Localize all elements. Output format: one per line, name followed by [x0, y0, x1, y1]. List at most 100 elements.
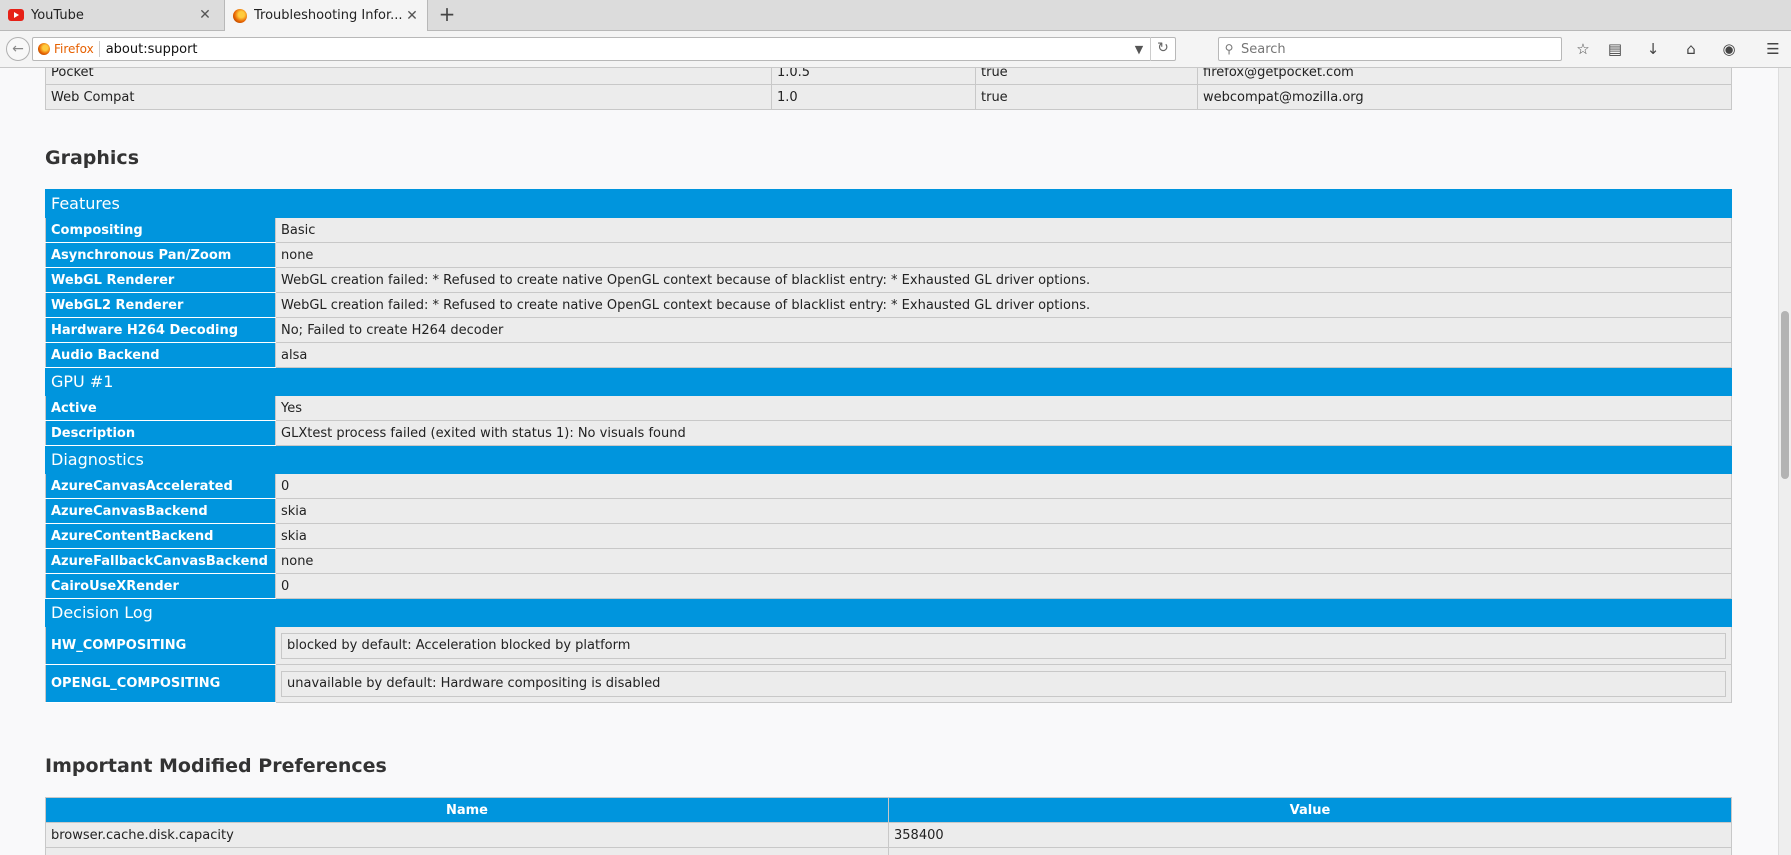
gpu-section-row: GPU #1 — [44, 367, 1733, 396]
row-key: Compositing — [45, 217, 276, 243]
tab-title: Troubleshooting Infor... — [254, 8, 403, 23]
scrollbar-thumb[interactable] — [1781, 311, 1789, 479]
addons-table: Pocket 1.0.5 true firefox@getpocket.com … — [45, 68, 1732, 110]
pref-value: 358400 — [888, 822, 1732, 848]
row-value: No; Failed to create H264 decoder — [274, 317, 1733, 343]
pref-name: browser.cache.disk.capacity — [45, 822, 889, 848]
table-row: AzureCanvasBackend skia — [45, 498, 1733, 524]
firefox-icon — [233, 8, 247, 23]
column-header-value[interactable]: Value — [888, 797, 1732, 823]
table-row: Web Compat 1.0 true webcompat@mozilla.or… — [45, 84, 1732, 110]
addon-enabled: true — [975, 84, 1198, 110]
table-row: Compositing Basic — [45, 217, 1733, 243]
row-value-cell: unavailable by default: Hardware composi… — [274, 664, 1733, 703]
addon-name: Web Compat — [45, 84, 772, 110]
pocket-icon[interactable]: ◉ — [1716, 37, 1742, 61]
search-bar[interactable]: ⚲ — [1218, 37, 1562, 61]
row-key: Hardware H264 Decoding — [45, 317, 276, 343]
close-icon[interactable]: ✕ — [405, 8, 419, 24]
addon-id: webcompat@mozilla.org — [1197, 84, 1732, 110]
graphics-table: Features Compositing Basic Asynchronous P… — [44, 189, 1733, 703]
search-input[interactable] — [1239, 40, 1561, 58]
section-heading-preferences: Important Modified Preferences — [45, 755, 387, 777]
row-value: Yes — [274, 395, 1733, 421]
tab-troubleshooting[interactable]: Troubleshooting Infor... ✕ — [224, 0, 428, 31]
gpu-title: GPU #1 — [44, 367, 1733, 396]
decision-log-title: Decision Log — [44, 598, 1733, 627]
reload-icon[interactable]: ↻ — [1150, 37, 1175, 61]
addon-version: 1.0.5 — [771, 68, 976, 85]
table-row: browser.cache.disk.capacity 358400 — [45, 822, 1732, 848]
back-button[interactable]: ← — [6, 37, 30, 61]
row-value: Basic — [274, 217, 1733, 243]
features-section-row: Features — [44, 189, 1733, 218]
table-row: WebGL2 Renderer WebGL creation failed: * … — [45, 292, 1733, 318]
chevron-down-icon[interactable]: ▼ — [1128, 43, 1150, 56]
column-header-name[interactable]: Name — [45, 797, 889, 823]
addon-name: Pocket — [45, 68, 772, 85]
tab-youtube[interactable]: YouTube ✕ — [0, 0, 220, 30]
log-entry: unavailable by default: Hardware composi… — [281, 670, 1727, 697]
identity-label: Firefox — [54, 42, 94, 56]
row-value: WebGL creation failed: * Refused to crea… — [274, 267, 1733, 293]
new-tab-button[interactable]: + — [436, 4, 458, 26]
row-key: AzureFallbackCanvasBackend — [45, 548, 276, 574]
diagnostics-title: Diagnostics — [44, 445, 1733, 474]
row-value: skia — [274, 523, 1733, 549]
row-value: WebGL creation failed: * Refused to crea… — [274, 292, 1733, 318]
row-key: HW_COMPOSITING — [45, 626, 276, 665]
youtube-icon — [8, 9, 24, 21]
row-key: CairoUseXRender — [45, 573, 276, 599]
addon-enabled: true — [975, 68, 1198, 85]
firefox-icon — [38, 43, 50, 55]
row-key: WebGL2 Renderer — [45, 292, 276, 318]
pref-value — [888, 847, 1732, 855]
features-title: Features — [44, 189, 1733, 218]
table-row: Pocket 1.0.5 true firefox@getpocket.com — [45, 68, 1732, 85]
download-icon[interactable]: ↓ — [1640, 37, 1666, 61]
pref-name — [45, 847, 889, 855]
table-row: AzureFallbackCanvasBackend none — [45, 548, 1733, 574]
url-input[interactable]: about:support — [106, 42, 1128, 57]
row-value: 0 — [274, 473, 1733, 499]
row-key: Audio Backend — [45, 342, 276, 368]
menu-icon[interactable]: ☰ — [1760, 37, 1786, 61]
diagnostics-section-row: Diagnostics — [44, 445, 1733, 474]
page-content: Pocket 1.0.5 true firefox@getpocket.com … — [0, 68, 1778, 855]
table-row: Active Yes — [45, 395, 1733, 421]
row-value-cell: blocked by default: Acceleration blocked… — [274, 626, 1733, 665]
bookmark-star-icon[interactable]: ☆ — [1570, 37, 1596, 61]
row-value: skia — [274, 498, 1733, 524]
close-icon[interactable]: ✕ — [198, 7, 212, 23]
home-icon[interactable]: ⌂ — [1678, 37, 1704, 61]
row-key: AzureContentBackend — [45, 523, 276, 549]
table-row: HW_COMPOSITING blocked by default: Accel… — [45, 626, 1733, 665]
table-row: Description GLXtest process failed (exite… — [45, 420, 1733, 446]
navigation-toolbar: ← Firefox about:support ▼ ↻ ⚲ ☆ ▤ ↓ ⌂ ◉ … — [0, 31, 1791, 68]
search-icon: ⚲ — [1224, 42, 1234, 56]
row-key: Description — [45, 420, 276, 446]
table-row: Audio Backend alsa — [45, 342, 1733, 368]
vertical-scrollbar[interactable] — [1778, 68, 1791, 855]
table-row: WebGL Renderer WebGL creation failed: * R… — [45, 267, 1733, 293]
table-row: CairoUseXRender 0 — [45, 573, 1733, 599]
decision-log-section-row: Decision Log — [44, 598, 1733, 627]
addon-id: firefox@getpocket.com — [1197, 68, 1732, 85]
url-bar[interactable]: Firefox about:support ▼ ↻ — [32, 37, 1176, 61]
row-key: OPENGL_COMPOSITING — [45, 664, 276, 703]
row-key: AzureCanvasBackend — [45, 498, 276, 524]
table-row: AzureCanvasAccelerated 0 — [45, 473, 1733, 499]
row-value: 0 — [274, 573, 1733, 599]
tab-title: YouTube — [31, 7, 84, 23]
table-row — [45, 847, 1732, 855]
log-entry: blocked by default: Acceleration blocked… — [281, 632, 1727, 659]
row-key: AzureCanvasAccelerated — [45, 473, 276, 499]
addon-version: 1.0 — [771, 84, 976, 110]
identity-box[interactable]: Firefox — [33, 41, 100, 57]
table-row: AzureContentBackend skia — [45, 523, 1733, 549]
row-key: Asynchronous Pan/Zoom — [45, 242, 276, 268]
tab-strip: YouTube ✕ Troubleshooting Infor... ✕ + — [0, 0, 1791, 31]
preferences-table: Name Value browser.cache.disk.capacity 3… — [45, 797, 1732, 855]
row-key: WebGL Renderer — [45, 267, 276, 293]
reading-list-icon[interactable]: ▤ — [1602, 37, 1628, 61]
